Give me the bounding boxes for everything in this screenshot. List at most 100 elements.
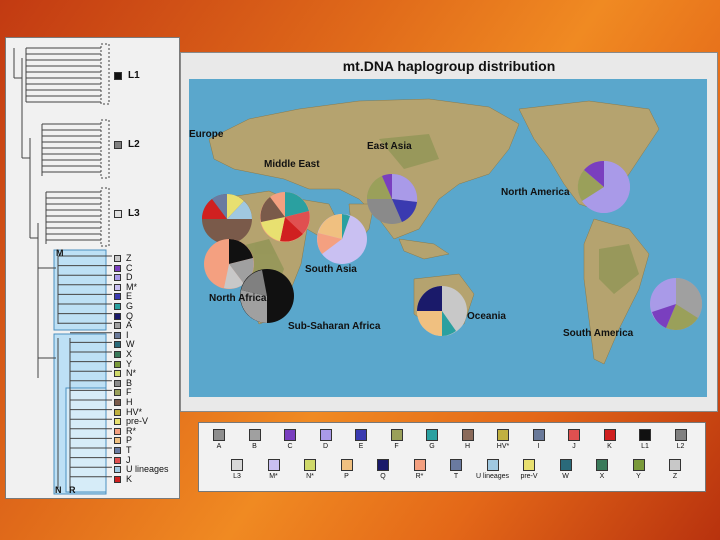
legend-item: Z <box>657 459 693 480</box>
legend-item: HV* <box>485 429 521 450</box>
leaf-swatch <box>114 360 121 368</box>
legend-item: B <box>237 429 273 450</box>
legend-label: L2 <box>676 443 685 450</box>
legend-swatch <box>340 459 353 471</box>
legend-label: L1 <box>641 443 649 450</box>
region-label-north-america: North America <box>501 187 570 198</box>
leaf-swatch <box>114 389 121 397</box>
leaf-swatch <box>114 399 121 406</box>
legend-swatch <box>450 459 462 471</box>
leaf-label: U lineages <box>126 464 169 475</box>
region-label-europe: Europe <box>189 129 224 140</box>
leaf-swatch <box>114 255 121 262</box>
legend-swatch <box>639 429 651 441</box>
legend-item: I <box>521 429 557 450</box>
legend-swatch <box>377 459 389 471</box>
leaf-swatch <box>114 475 121 483</box>
pie-europe <box>202 194 252 244</box>
leaf-label: H <box>126 397 133 407</box>
legend-swatch <box>213 429 225 441</box>
legend-item: X <box>584 459 620 480</box>
legend-swatch <box>669 459 681 471</box>
pie-oceania <box>417 286 467 336</box>
legend-swatch <box>674 429 687 441</box>
major-label-l3: L3 <box>128 208 140 219</box>
legend-item: J <box>556 429 592 450</box>
legend-label: A <box>216 443 222 450</box>
legend-label: J <box>572 443 576 450</box>
region-label-middle-east: Middle East <box>264 159 320 170</box>
region-label-sub-saharan-africa: Sub-Saharan Africa <box>288 321 381 332</box>
haplogroup-legend: A B C D E F G H HV* I J K L1 L2 L3 M* N* P Q R* T U lineages… <box>198 422 706 492</box>
legend-label: X <box>599 473 605 480</box>
map-title: mt.DNA haplogroup distribution <box>342 58 556 74</box>
leaf-label: X <box>126 349 133 359</box>
legend-label: pre-V <box>520 473 538 480</box>
legend-label: M* <box>269 473 278 480</box>
legend-label: Z <box>672 473 678 480</box>
pie-east-asia <box>366 173 418 224</box>
legend-label: Y <box>636 473 641 480</box>
leaf-label: K <box>126 473 133 484</box>
legend-item: G <box>414 429 450 450</box>
major-label-l2: L2 <box>128 139 140 150</box>
legend-label: L3 <box>233 473 241 480</box>
legend-swatch <box>603 429 616 441</box>
legend-swatch <box>568 429 580 441</box>
legend-label: R* <box>415 473 424 480</box>
legend-swatch <box>304 459 316 471</box>
leaf-label: N* <box>126 368 137 379</box>
legend-swatch <box>532 429 545 441</box>
legend-item: pre-V <box>511 459 547 480</box>
legend-swatch <box>319 429 332 441</box>
region-label-south-asia: South Asia <box>305 264 357 275</box>
legend-item: R* <box>402 459 438 480</box>
major-label-l1: L1 <box>128 70 140 81</box>
major-swatch-l3 <box>114 210 122 218</box>
legend-swatch <box>632 459 645 471</box>
region-label-south-america: South America <box>563 328 634 339</box>
legend-label: C <box>287 443 293 450</box>
legend-swatch <box>596 459 608 471</box>
legend-item: L3 <box>219 459 255 480</box>
legend-item: D <box>308 429 344 450</box>
leaf-label: D <box>126 272 133 283</box>
leaf-label: pre-V <box>126 416 149 427</box>
legend-label: K <box>607 443 612 450</box>
region-label-oceania: Oceania <box>467 311 506 322</box>
major-swatch-l1 <box>114 72 122 80</box>
legend-swatch <box>231 459 243 471</box>
clade-label-m: M <box>56 248 64 258</box>
legend-swatch <box>413 459 426 471</box>
leaf-swatch <box>114 322 121 330</box>
region-label-north-africa: North Africa <box>209 293 267 304</box>
legend-item: K <box>592 429 628 450</box>
leaf-swatch <box>114 264 121 272</box>
legend-label: D <box>322 443 329 450</box>
legend-item: F <box>379 429 415 450</box>
leaf-label: G <box>126 301 134 311</box>
leaf-swatch <box>114 447 121 454</box>
leaf-swatch <box>114 351 121 358</box>
leaf-label: T <box>126 445 132 455</box>
leaf-swatch <box>114 379 121 387</box>
legend-item: T <box>438 459 474 480</box>
legend-item: Q <box>365 459 401 480</box>
leaf-swatch <box>114 341 121 349</box>
legend-swatch <box>497 429 509 441</box>
world-map-graphic <box>202 98 703 365</box>
legend-swatch <box>267 459 280 471</box>
legend-item: U lineages <box>475 459 511 480</box>
leaf-swatch <box>114 466 121 474</box>
leaf-swatch <box>114 370 121 378</box>
world-map: Europe Middle East East Asia North Ameri… <box>189 79 707 397</box>
leaf-label: Z <box>126 253 132 263</box>
tree-lines <box>13 43 112 495</box>
leaf-swatch <box>114 427 121 435</box>
legend-item: M* <box>256 459 292 480</box>
legend-swatch <box>486 459 499 471</box>
legend-label: T <box>453 473 459 480</box>
legend-swatch <box>355 429 367 441</box>
leaf-swatch <box>114 293 121 301</box>
legend-label: W <box>562 473 569 480</box>
